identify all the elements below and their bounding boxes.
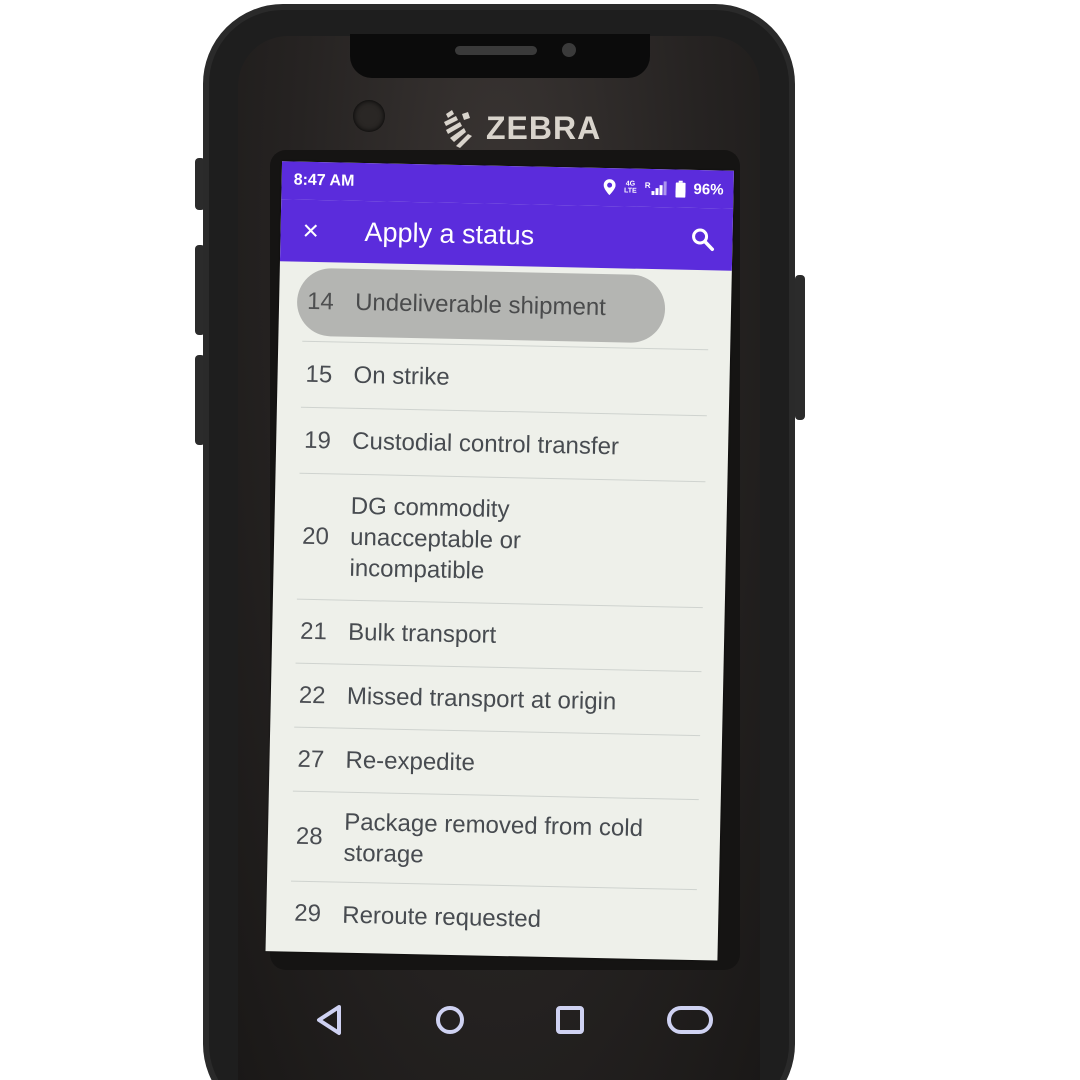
recents-icon xyxy=(556,1006,584,1034)
status-label: Re-expedite xyxy=(345,746,476,777)
navigation-bar xyxy=(300,990,720,1050)
location-icon xyxy=(604,179,617,196)
status-label: Package removed from cold storage xyxy=(343,808,644,868)
status-item-27[interactable]: 27 Re-expedite xyxy=(292,727,701,801)
status-label: Undeliverable shipment xyxy=(354,288,607,322)
status-code: 21 xyxy=(299,617,328,645)
status-time: 8:47 AM xyxy=(293,171,355,190)
network-subtype: LTE xyxy=(623,187,637,195)
zebra-logo-icon xyxy=(444,110,472,148)
network-type-icon: 4G LTE xyxy=(624,180,637,194)
status-item-28[interactable]: 28 Package removed from cold storage xyxy=(290,791,699,891)
close-button[interactable]: × xyxy=(302,215,337,246)
battery-level: 96% xyxy=(693,180,724,199)
status-code: 14 xyxy=(306,287,335,315)
signal-bars-icon xyxy=(651,181,667,196)
status-label: Missed transport at origin xyxy=(346,682,617,716)
front-sensor xyxy=(353,100,385,132)
back-icon xyxy=(317,1005,341,1035)
status-code: 29 xyxy=(294,899,322,928)
back-button[interactable] xyxy=(300,992,360,1048)
status-list: 14 Undeliverable shipment 15 On strike 1… xyxy=(266,261,732,954)
status-code: 22 xyxy=(298,681,326,709)
status-item-20[interactable]: 20 DG commodity unacceptable or incompat… xyxy=(296,473,706,609)
pill-icon xyxy=(667,1006,713,1034)
status-code: 19 xyxy=(303,426,332,454)
recents-button[interactable] xyxy=(540,992,600,1048)
status-item-22[interactable]: 22 Missed transport at origin xyxy=(294,663,702,737)
search-icon xyxy=(692,228,715,252)
device-screen: 8:47 AM 4G LTE R 96% × Apply a status 14… xyxy=(265,161,734,961)
status-icons: 4G LTE R 96% xyxy=(604,179,724,198)
status-label: DG commodity unacceptable or incompatibl… xyxy=(349,492,522,585)
status-code: 20 xyxy=(301,522,330,550)
home-icon xyxy=(436,1006,464,1034)
status-item-14[interactable]: 14 Undeliverable shipment xyxy=(302,261,710,351)
battery-icon xyxy=(675,180,686,198)
status-item-19[interactable]: 19 Custodial control transfer xyxy=(299,407,707,483)
notch xyxy=(350,34,650,78)
signal-icon: R xyxy=(644,180,668,196)
status-label: On strike xyxy=(353,361,450,391)
device-brand: ZEBRA xyxy=(440,108,601,148)
status-item-21[interactable]: 21 Bulk transport xyxy=(295,599,703,673)
search-button[interactable] xyxy=(690,227,715,252)
pill-button[interactable] xyxy=(660,992,720,1048)
status-label: Reroute requested xyxy=(342,901,542,933)
app-bar: × Apply a status xyxy=(279,199,734,271)
speaker-grille xyxy=(455,46,537,55)
status-item-29[interactable]: 29 Reroute requested xyxy=(290,882,697,954)
status-item-15[interactable]: 15 On strike xyxy=(300,341,709,417)
home-button[interactable] xyxy=(420,992,480,1048)
status-label: Custodial control transfer xyxy=(351,427,620,461)
brand-name: ZEBRA xyxy=(486,109,602,146)
camera-icon xyxy=(562,43,576,57)
status-code: 28 xyxy=(295,822,323,850)
photo-stage: ZEBRA 8:47 AM 4G LTE R 96% × Apply a sta… xyxy=(0,0,1080,1080)
status-label: Bulk transport xyxy=(347,618,497,649)
roaming-indicator: R xyxy=(644,180,651,190)
page-title: Apply a status xyxy=(364,216,535,251)
status-code: 15 xyxy=(305,360,333,388)
power-button xyxy=(795,275,805,420)
status-code: 27 xyxy=(297,745,325,773)
